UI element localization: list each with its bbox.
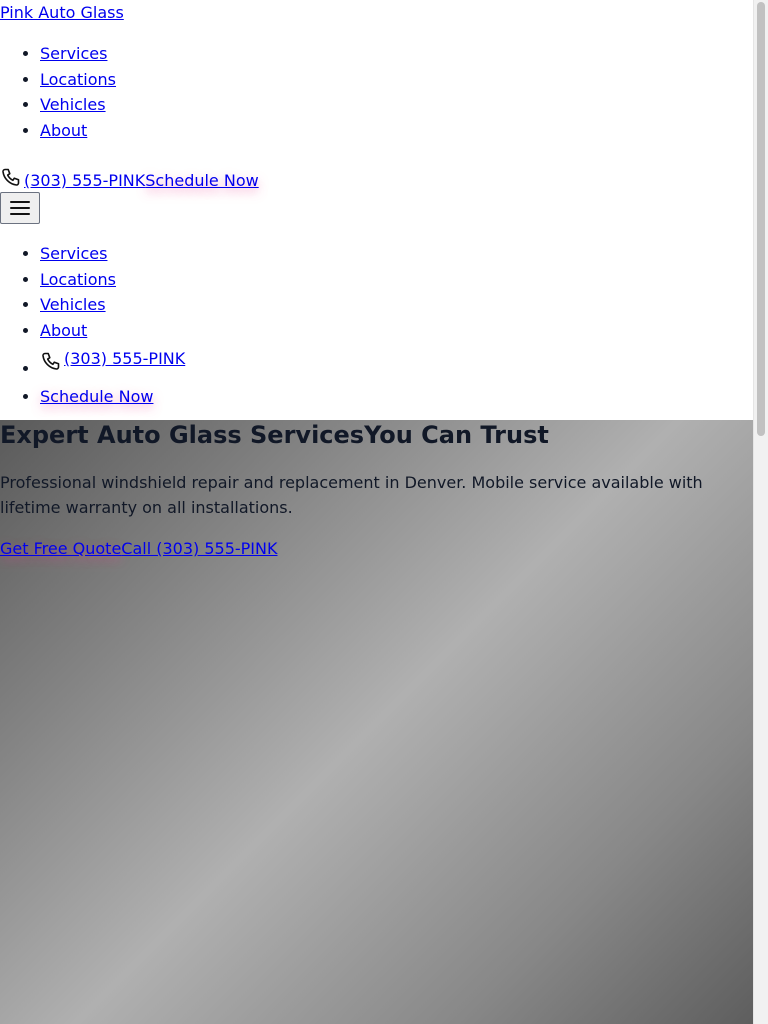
nav-item-about: About (40, 118, 116, 144)
nav-item-services: Services (40, 41, 116, 67)
header-phone-label: (303) 555-PINK (24, 171, 146, 190)
header-actions: (303) 555-PINK Schedule Now (0, 160, 259, 190)
hero-title: Expert Auto Glass ServicesYou Can Trust (0, 420, 753, 450)
main-nav: Services Locations Vehicles About (0, 41, 116, 144)
header-schedule-button[interactable]: Schedule Now (145, 171, 258, 190)
brand-logo-link[interactable]: Pink Auto Glass (0, 3, 124, 23)
mobile-nav-item-services: Services (40, 241, 185, 267)
mobile-phone-link[interactable]: (303) 555-PINK (40, 344, 185, 374)
mobile-schedule-button[interactable]: Schedule Now (40, 387, 153, 406)
mobile-nav-item-phone: (303) 555-PINK (40, 344, 185, 384)
nav-link-about[interactable]: About (40, 121, 87, 140)
hero-title-main: Expert Auto Glass Services (0, 421, 365, 449)
page-scrollbar[interactable] (753, 0, 768, 1024)
header-phone-link[interactable]: (303) 555-PINK (0, 166, 145, 190)
nav-link-services[interactable]: Services (40, 44, 107, 63)
mobile-nav-item-about: About (40, 318, 185, 344)
mobile-nav-item-locations: Locations (40, 267, 185, 293)
hero-cta-group: Get Free QuoteCall (303) 555-PINK (0, 538, 277, 560)
nav-item-locations: Locations (40, 67, 116, 93)
get-free-quote-button[interactable]: Get Free Quote (0, 539, 121, 558)
mobile-nav-item-schedule: Schedule Now (40, 384, 185, 410)
hero-description: Professional windshield repair and repla… (0, 473, 703, 517)
mobile-phone-label: (303) 555-PINK (64, 348, 186, 368)
hero-section: Expert Auto Glass ServicesYou Can Trust … (0, 420, 753, 1024)
hamburger-menu-icon (10, 201, 30, 215)
scrollbar-thumb[interactable] (757, 2, 765, 436)
mobile-nav-item-vehicles: Vehicles (40, 292, 185, 318)
nav-item-vehicles: Vehicles (40, 92, 116, 118)
mobile-nav-link-about[interactable]: About (40, 321, 87, 340)
mobile-nav: Services Locations Vehicles About (303) … (0, 241, 185, 410)
mobile-nav-link-vehicles[interactable]: Vehicles (40, 295, 106, 314)
nav-link-locations[interactable]: Locations (40, 70, 116, 89)
page: Pink Auto Glass Services Locations Vehic… (0, 0, 753, 1024)
mobile-nav-link-locations[interactable]: Locations (40, 270, 116, 289)
call-phone-button[interactable]: Call (303) 555-PINK (121, 539, 277, 558)
phone-icon (40, 350, 64, 374)
nav-link-vehicles[interactable]: Vehicles (40, 95, 106, 114)
mobile-menu-toggle[interactable] (0, 192, 40, 224)
hero-title-accent: You Can Trust (364, 421, 549, 449)
phone-icon (0, 166, 24, 190)
mobile-nav-link-services[interactable]: Services (40, 244, 107, 263)
